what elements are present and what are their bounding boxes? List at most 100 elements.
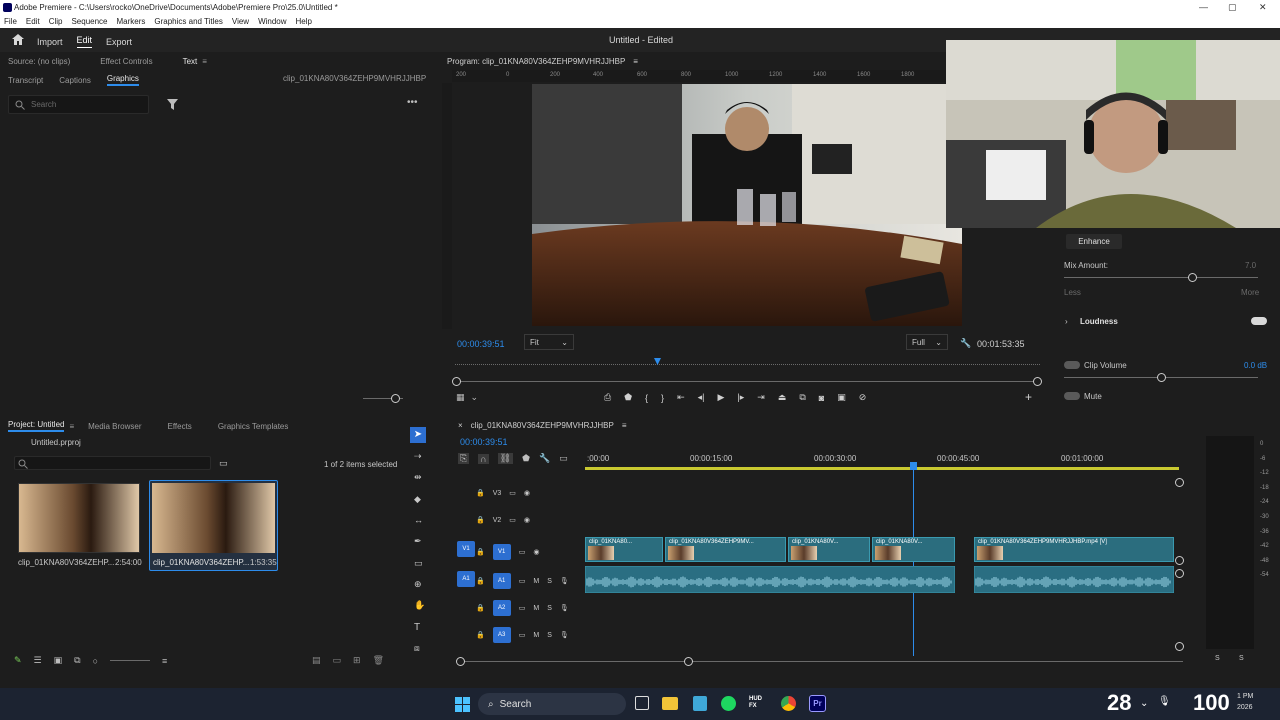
horizontal-scroll-right[interactable] <box>684 657 693 666</box>
vertical-scroll-handle[interactable] <box>1175 478 1184 487</box>
maximize-icon[interactable]: ▢ <box>1228 2 1237 13</box>
horizontal-scroll-left[interactable] <box>456 657 465 666</box>
sequence-name[interactable]: clip_01KNA80V364ZEHP9MVHRJJHBP <box>471 421 614 430</box>
menu-edit[interactable]: Edit <box>26 17 40 26</box>
timeline-timecode[interactable]: 00:00:39:51 <box>460 437 508 447</box>
insert-overwrite-icon[interactable]: ⎘ <box>458 453 470 464</box>
close-icon[interactable]: ✕ <box>1259 2 1267 13</box>
project-item-thumbnail[interactable] <box>18 483 140 553</box>
solo-icon[interactable]: S <box>547 578 552 585</box>
nav-import[interactable]: Import <box>37 37 63 47</box>
menu-help[interactable]: Help <box>296 17 312 26</box>
zoom-slider-track[interactable] <box>110 660 151 661</box>
clip-volume-knob[interactable] <box>1157 373 1166 382</box>
spotify-icon[interactable] <box>721 696 736 711</box>
tab-project[interactable]: Project: Untitled <box>8 420 65 432</box>
lock-icon[interactable]: 🔒 <box>476 604 485 612</box>
more-options-icon[interactable]: ••• <box>407 97 418 108</box>
program-timecode[interactable]: 00:00:39:51 <box>457 339 505 349</box>
solo-right[interactable]: S <box>1239 655 1244 662</box>
lift-icon[interactable]: ⏏ <box>778 392 787 403</box>
menu-markers[interactable]: Markers <box>117 17 146 26</box>
camera-icon[interactable]: ◙ <box>819 393 824 403</box>
video-clip[interactable]: clip_01KNA80V... <box>788 537 870 562</box>
clip-volume-toggle[interactable] <box>1064 361 1080 369</box>
vertical-scroll-handle[interactable] <box>1175 569 1184 578</box>
program-zoom-bar[interactable] <box>458 381 1038 382</box>
go-to-out-icon[interactable]: ⇥ <box>757 392 765 403</box>
mute-icon[interactable]: M <box>533 605 539 612</box>
ripple-edit-icon[interactable]: ⇹ <box>414 472 422 483</box>
selection-tool-icon[interactable]: ➤ <box>410 427 426 443</box>
captions-icon[interactable]: ▭ <box>559 453 568 464</box>
icon-view-icon[interactable]: ▣ <box>54 655 63 666</box>
tab-media-browser[interactable]: Media Browser <box>88 422 141 431</box>
file-explorer-icon[interactable] <box>662 697 678 710</box>
nav-export[interactable]: Export <box>106 37 132 47</box>
list-view-icon[interactable]: ☰ <box>34 655 42 666</box>
subtab-graphics[interactable]: Graphics <box>106 74 139 86</box>
track-select-icon[interactable]: ⇢ <box>414 451 422 462</box>
compare-icon[interactable]: ▣ <box>837 392 846 403</box>
lock-icon[interactable]: 🔒 <box>476 489 485 497</box>
audio-clip[interactable] <box>974 566 1174 593</box>
vertical-scroll-handle[interactable] <box>1175 642 1184 651</box>
vr-icon[interactable]: ⊘ <box>859 392 867 403</box>
project-item-name[interactable]: clip_01KNA80V364ZEHP... <box>18 558 114 567</box>
go-to-in-icon[interactable]: ⇤ <box>677 392 685 403</box>
menu-sequence[interactable]: Sequence <box>71 17 107 26</box>
sync-lock-icon[interactable]: ▭ <box>519 631 526 639</box>
add-marker-icon[interactable]: ⬟ <box>522 453 530 464</box>
tab-source[interactable]: Source: (no clips) <box>8 57 70 66</box>
mute-toggle[interactable] <box>1064 392 1080 400</box>
chevron-right-icon[interactable]: › <box>1065 317 1068 326</box>
audio-clip[interactable] <box>585 566 955 593</box>
task-view-icon[interactable] <box>635 696 649 710</box>
sync-icon[interactable]: ⧈ <box>414 643 420 654</box>
chevron-down-icon[interactable]: ⌄ <box>471 392 479 403</box>
project-item-name[interactable]: clip_01KNA80V364ZEHP... <box>153 558 249 567</box>
sync-lock-icon[interactable]: ▭ <box>519 604 526 612</box>
rectangle-icon[interactable]: ▭ <box>414 558 423 569</box>
zoom-right-handle[interactable] <box>1033 377 1042 386</box>
a1-source-patch[interactable]: A1 <box>457 571 475 587</box>
lock-icon[interactable]: 🔒 <box>476 631 485 639</box>
play-icon[interactable]: ▶ <box>717 392 724 403</box>
close-icon[interactable]: × <box>458 421 463 430</box>
solo-icon[interactable]: S <box>547 632 552 639</box>
nav-edit[interactable]: Edit <box>76 35 93 48</box>
loudness-toggle[interactable] <box>1251 317 1267 325</box>
wrench-icon[interactable]: 🔧 <box>960 338 971 349</box>
eye-icon[interactable]: ◉ <box>524 516 530 524</box>
tab-graphics-templates[interactable]: Graphics Templates <box>218 422 289 431</box>
track-label[interactable]: A1 <box>492 573 511 589</box>
zoom-knob[interactable]: ○ <box>93 656 98 666</box>
automate-icon[interactable]: ▤ <box>312 655 321 666</box>
timeline-menu-icon[interactable]: ≡ <box>622 421 627 430</box>
slip-icon[interactable]: ↔ <box>414 515 423 525</box>
extract-icon[interactable]: ⧉ <box>799 392 805 403</box>
mic-icon[interactable]: 🎙 <box>560 604 569 612</box>
menu-window[interactable]: Window <box>258 17 286 26</box>
zoom-left-handle[interactable] <box>452 377 461 386</box>
mic-icon[interactable]: 🎙 <box>560 577 569 585</box>
mix-amount-knob[interactable] <box>1188 273 1198 282</box>
graphics-search[interactable]: Search <box>8 95 149 114</box>
lock-icon[interactable]: 🔒 <box>476 548 485 556</box>
sync-lock-icon[interactable]: ▭ <box>519 577 526 585</box>
subtab-transcript[interactable]: Transcript <box>8 76 43 85</box>
type-icon[interactable]: T <box>414 622 420 633</box>
zoom-slider-knob[interactable] <box>391 394 400 403</box>
eye-icon[interactable]: ◉ <box>524 489 530 497</box>
folder-icon[interactable]: ▭ <box>333 655 342 666</box>
mark-out-icon[interactable]: } <box>661 393 664 403</box>
network-icon[interactable]: ⌄ <box>1140 698 1148 709</box>
pencil-icon[interactable]: ✎ <box>14 655 22 666</box>
video-clip[interactable]: clip_01KNA80... <box>585 537 663 562</box>
menu-clip[interactable]: Clip <box>49 17 63 26</box>
v1-source-patch[interactable]: V1 <box>457 541 475 557</box>
minimize-icon[interactable]: — <box>1199 2 1208 12</box>
project-item-thumbnail[interactable] <box>152 483 275 553</box>
vertical-scroll-handle[interactable] <box>1175 556 1184 565</box>
mark-in-icon[interactable]: { <box>645 393 648 403</box>
